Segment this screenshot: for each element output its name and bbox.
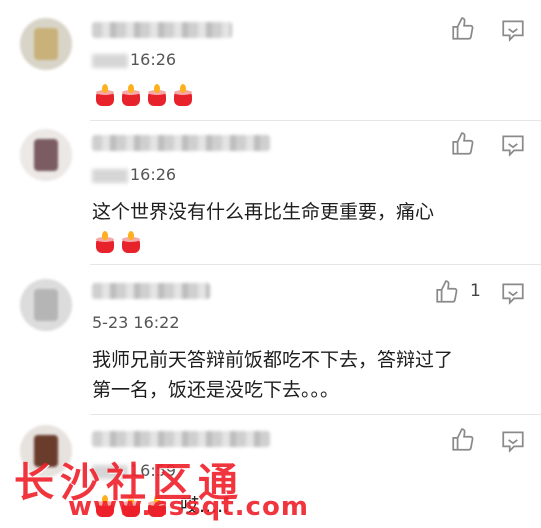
candle-emoji-icon — [146, 495, 168, 517]
username-blurred[interactable] — [92, 283, 210, 299]
candle-emoji-icon — [172, 84, 194, 106]
candle-emoji-icon — [120, 84, 142, 106]
comment-bubble-icon[interactable] — [500, 17, 526, 43]
candle-emoji-row — [94, 495, 168, 517]
comment-text-line-2: 第一名，饭还是没吃下去。。。 — [92, 379, 340, 401]
username-blurred[interactable] — [92, 135, 270, 151]
thumbs-up-icon[interactable] — [450, 131, 476, 157]
thumbs-up-icon[interactable] — [450, 427, 476, 453]
comment-time: 16:59 — [92, 461, 176, 480]
avatar[interactable] — [20, 279, 72, 331]
comment-text: 这个世界没有什么再比生命更重要，痛心 — [92, 201, 435, 223]
thumbs-up-icon[interactable] — [450, 16, 476, 42]
candle-emoji-row — [94, 231, 142, 253]
avatar[interactable] — [20, 425, 72, 477]
candle-emoji-icon — [94, 231, 116, 253]
comment-time: 5-23 16:22 — [92, 313, 180, 332]
comment-text: 哎..... — [180, 495, 230, 517]
candle-emoji-icon — [120, 495, 142, 517]
comment-time: 16:26 — [92, 50, 176, 69]
candle-emoji-icon — [146, 84, 168, 106]
username-blurred[interactable] — [92, 431, 270, 447]
comment-item: 16:26 — [0, 0, 541, 121]
avatar[interactable] — [20, 18, 72, 70]
candle-emoji-icon — [94, 495, 116, 517]
comment-item: 16:26 这个世界没有什么再比生命更重要，痛心 — [0, 121, 541, 265]
comment-time: 16:26 — [92, 165, 176, 184]
comment-item: 16:59 哎..... — [0, 415, 541, 528]
candle-emoji-row — [94, 84, 194, 106]
comment-bubble-icon[interactable] — [500, 428, 526, 454]
candle-emoji-icon — [94, 84, 116, 106]
comment-item: 5-23 16:22 我师兄前天答辩前饭都吃不下去，答辩过了 第一名，饭还是没吃… — [0, 265, 541, 415]
candle-emoji-icon — [120, 231, 142, 253]
username-blurred[interactable] — [92, 22, 232, 38]
avatar[interactable] — [20, 129, 72, 181]
comment-bubble-icon[interactable] — [500, 132, 526, 158]
comment-text-line-1: 我师兄前天答辩前饭都吃不下去，答辩过了 — [92, 349, 454, 371]
like-count: 1 — [470, 281, 481, 301]
thumbs-up-icon[interactable] — [434, 279, 460, 305]
comment-bubble-icon[interactable] — [500, 280, 526, 306]
